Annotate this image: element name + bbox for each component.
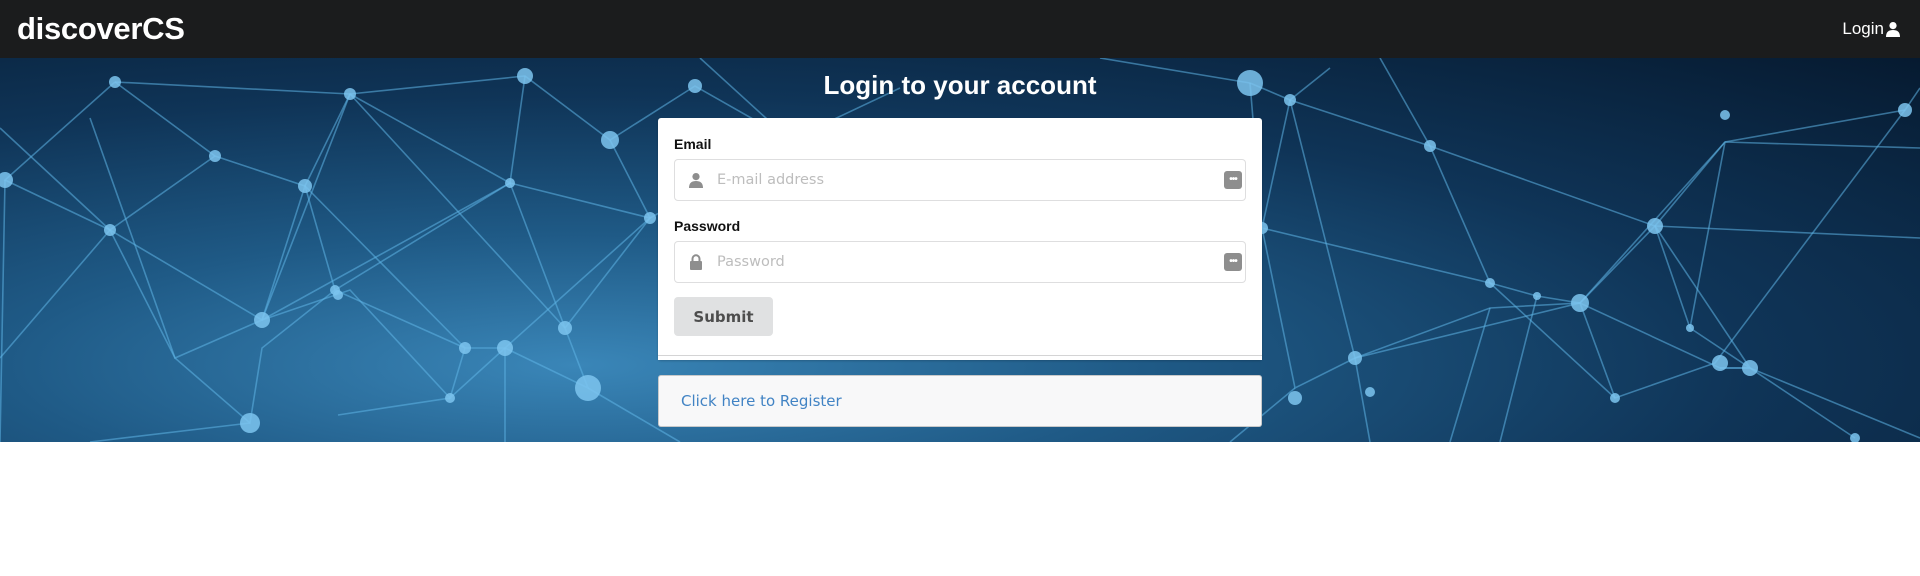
password-manager-icon[interactable]: •••	[1224, 253, 1242, 271]
password-input[interactable]	[717, 243, 1224, 281]
password-field-wrapper: •••	[674, 241, 1246, 283]
login-form-card: Email ••• Password ••• Submit	[658, 118, 1262, 360]
top-navbar: discoverCS Login	[0, 0, 1920, 58]
submit-button[interactable]: Submit	[674, 297, 773, 336]
nav-login-label: Login	[1842, 19, 1884, 38]
password-label: Password	[674, 218, 741, 234]
password-manager-icon[interactable]: •••	[1224, 171, 1242, 189]
email-field-wrapper: •••	[674, 159, 1246, 201]
email-input[interactable]	[717, 161, 1224, 199]
register-message-box: Click here to Register	[658, 375, 1262, 427]
nav-login-link[interactable]: Login	[1842, 19, 1901, 39]
user-icon	[675, 160, 717, 200]
brand-logo-text[interactable]: discoverCS	[17, 11, 185, 47]
lock-icon	[675, 242, 717, 282]
register-link[interactable]: Click here to Register	[681, 392, 842, 410]
page-title: Login to your account	[823, 70, 1097, 100]
email-label: Email	[674, 136, 712, 152]
user-icon	[1886, 22, 1900, 37]
